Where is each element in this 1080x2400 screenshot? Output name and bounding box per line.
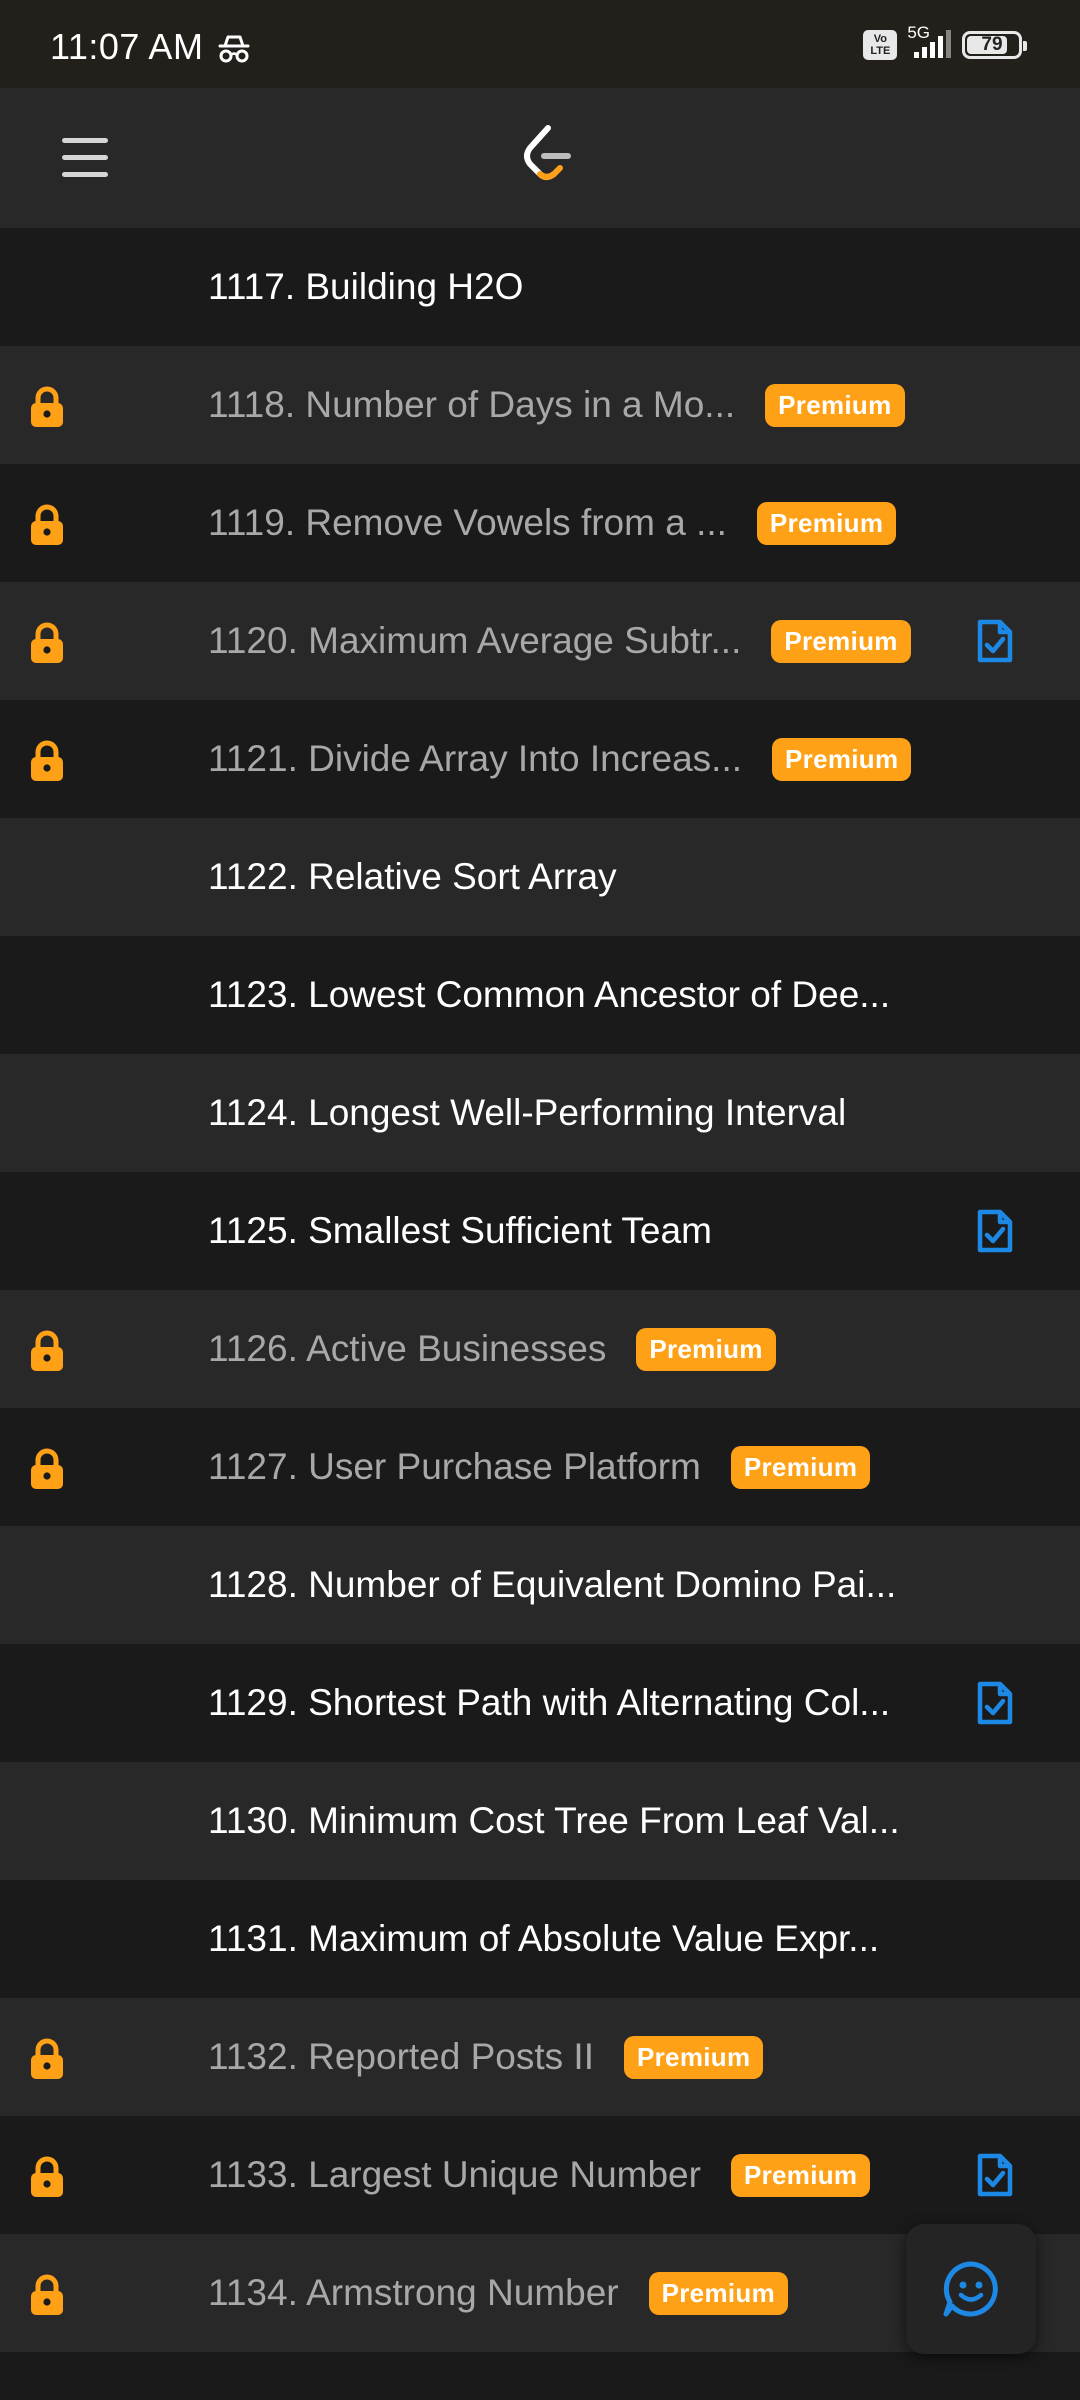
problem-title-group: 1123. Lowest Common Ancestor of Dee... [208,974,890,1016]
lock-icon [27,2156,67,2198]
problem-title-group: 1126. Active Businesses Premium [208,1327,776,1371]
problem-title-group: 1133. Largest Unique Number Premium [208,2153,871,2197]
problem-title: 1119. Remove Vowels from a ... [208,502,727,543]
problem-row[interactable]: 1131. Maximum of Absolute Value Expr... [0,1880,1080,1998]
solution-icon[interactable] [976,1208,1014,1254]
problem-row[interactable]: 1118. Number of Days in a Mo... Premium [0,346,1080,464]
problem-title: 1134. Armstrong Number [208,2272,619,2313]
lock-icon [27,1330,67,1372]
problem-title-group: 1125. Smallest Sufficient Team [208,1210,712,1252]
problem-title-group: 1132. Reported Posts II Premium [208,2035,764,2079]
problem-title-group: 1117. Building H2O [208,266,523,308]
problem-row[interactable]: 1122. Relative Sort Array [0,818,1080,936]
problem-title-group: 1134. Armstrong Number Premium [208,2271,788,2315]
problem-title-group: 1118. Number of Days in a Mo... Premium [208,383,905,427]
leetcode-logo [524,125,571,180]
problem-title-group: 1129. Shortest Path with Alternating Col… [208,1682,890,1724]
problem-title: 1123. Lowest Common Ancestor of Dee... [208,974,891,1015]
premium-badge: Premium [765,383,905,427]
lock-icon [27,740,67,782]
problem-title: 1125. Smallest Sufficient Team [208,1210,712,1251]
problem-title-group: 1121. Divide Array Into Increas... Premiu… [208,737,912,781]
problem-row[interactable]: 1127. User Purchase Platform Premium [0,1408,1080,1526]
premium-badge: Premium [756,501,897,545]
problem-title-group: 1124. Longest Well-Performing Interval [208,1092,846,1134]
problem-row[interactable]: 1123. Lowest Common Ancestor of Dee... [0,936,1080,1054]
lock-icon [27,622,67,664]
problem-row[interactable]: 1132. Reported Posts II Premium [0,1998,1080,2116]
premium-badge: Premium [730,1445,871,1489]
problem-title-group: 1128. Number of Equivalent Domino Pai... [208,1564,896,1606]
incognito-icon [218,35,250,63]
lock-icon [27,386,67,428]
premium-badge: Premium [771,619,911,663]
problem-title: 1118. Number of Days in a Mo... [208,384,736,425]
premium-badge: Premium [624,2035,764,2079]
volte-icon: Vo LTE [863,30,898,60]
hamburger-menu-icon[interactable] [62,138,108,178]
lock-icon [27,2038,67,2080]
problem-title-group: 1120. Maximum Average Subtr... Premium [208,619,911,663]
premium-badge: Premium [730,2153,871,2197]
problem-title: 1120. Maximum Average Subtr... [208,620,742,661]
problem-row[interactable]: 1133. Largest Unique Number Premium [0,2116,1080,2234]
solution-icon[interactable] [976,1680,1014,1726]
lock-icon [27,1448,67,1490]
problem-title: 1130. Minimum Cost Tree From Leaf Val... [208,1800,900,1841]
problem-title: 1128. Number of Equivalent Domino Pai... [208,1564,897,1605]
app-bar [0,88,1080,228]
problem-title: 1132. Reported Posts II [208,2036,594,2077]
status-time: 11:07 AM [50,26,204,67]
problem-title: 1122. Relative Sort Array [208,856,617,897]
lock-icon [27,504,67,546]
status-bar: 11:07 AM Vo LTE 5G 79 [0,0,1080,88]
premium-badge: Premium [636,1327,776,1371]
problem-row[interactable]: 1128. Number of Equivalent Domino Pai... [0,1526,1080,1644]
premium-badge: Premium [648,2271,788,2315]
smiley-chat-icon [943,2261,998,2317]
status-indicators: Vo LTE 5G 79 [863,23,1027,60]
solution-icon[interactable] [976,2152,1014,2198]
problem-title: 1127. User Purchase Platform [208,1446,701,1487]
problem-title-group: 1130. Minimum Cost Tree From Leaf Val... [208,1800,900,1842]
problem-title: 1117. Building H2O [208,266,524,307]
problem-row[interactable]: 1129. Shortest Path with Alternating Col… [0,1644,1080,1762]
problem-title-group: 1119. Remove Vowels from a ... Premium [208,501,897,545]
problem-title-group: 1131. Maximum of Absolute Value Expr... [208,1918,879,1960]
feedback-fab[interactable] [906,2224,1036,2354]
problem-title: 1133. Largest Unique Number [208,2154,701,2195]
problem-row[interactable]: 1119. Remove Vowels from a ... Premium [0,464,1080,582]
problem-row[interactable]: 1120. Maximum Average Subtr... Premium [0,582,1080,700]
problem-row[interactable]: 1124. Longest Well-Performing Interval [0,1054,1080,1172]
battery-icon: 79 [962,31,1027,59]
problem-title-group: 1122. Relative Sort Array [208,856,617,898]
lock-icon [27,2274,67,2316]
problem-list: 1117. Building H2O 1118. Number of Days i… [0,228,1080,2352]
problem-title: 1126. Active Businesses [208,1328,607,1369]
solution-icon[interactable] [976,618,1014,664]
problem-title: 1121. Divide Array Into Increas... [208,738,743,779]
problem-row[interactable]: 1126. Active Businesses Premium [0,1290,1080,1408]
problem-title: 1124. Longest Well-Performing Interval [208,1092,847,1133]
problem-row[interactable]: 1121. Divide Array Into Increas... Premiu… [0,700,1080,818]
problem-title: 1129. Shortest Path with Alternating Col… [208,1682,891,1723]
network-type: 5G [907,23,930,42]
battery-level: 79 [981,34,1003,55]
problem-title: 1131. Maximum of Absolute Value Expr... [208,1918,880,1959]
problem-row[interactable]: 1125. Smallest Sufficient Team [0,1172,1080,1290]
problem-row[interactable]: 1130. Minimum Cost Tree From Leaf Val... [0,1762,1080,1880]
premium-badge: Premium [772,737,912,781]
problem-title-group: 1127. User Purchase Platform Premium [208,1445,871,1489]
problem-row[interactable]: 1117. Building H2O [0,228,1080,346]
